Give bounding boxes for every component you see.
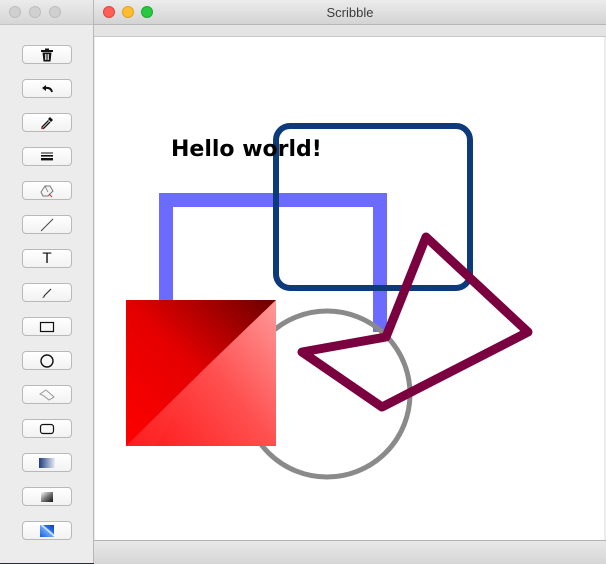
trash-tool-button[interactable] bbox=[22, 45, 72, 64]
gradient-tool-button[interactable] bbox=[22, 453, 72, 472]
color-picker-tool-button[interactable] bbox=[22, 113, 72, 132]
eyedropper-icon bbox=[40, 116, 54, 130]
window-titlebar: Scribble bbox=[94, 0, 606, 25]
undo-icon bbox=[40, 84, 54, 94]
canvas-text-label[interactable]: Hello world! bbox=[171, 137, 322, 162]
rounded-rectangle-icon bbox=[39, 423, 55, 435]
rounded-rect-tool-button[interactable] bbox=[22, 419, 72, 438]
diagonal-gradient-icon bbox=[40, 491, 54, 503]
scribble-window: Scribble bbox=[94, 0, 606, 563]
canvas-drawing: Hello world! bbox=[95, 37, 604, 540]
polygon-icon bbox=[38, 389, 56, 401]
text-icon: T bbox=[43, 251, 52, 267]
toolbar-strip bbox=[94, 25, 606, 37]
fill-pattern-icon bbox=[39, 524, 55, 538]
fill-pattern-tool-button[interactable] bbox=[22, 521, 72, 540]
bottom-strip bbox=[94, 540, 606, 564]
linear-gradient-icon bbox=[38, 457, 56, 469]
polygon-tool-button[interactable] bbox=[22, 385, 72, 404]
shadow-gradient-tool-button[interactable] bbox=[22, 487, 72, 506]
brush-icon bbox=[41, 287, 53, 299]
line-tool-button[interactable] bbox=[22, 215, 72, 234]
palette-zoom-button[interactable] bbox=[49, 6, 61, 18]
window-title: Scribble bbox=[94, 5, 606, 20]
tools-palette-window: T bbox=[0, 0, 94, 563]
palette-minimize-button[interactable] bbox=[29, 6, 41, 18]
palette-close-button[interactable] bbox=[9, 6, 21, 18]
undo-tool-button[interactable] bbox=[22, 79, 72, 98]
line-icon bbox=[40, 218, 54, 232]
maroon-polygon-shape[interactable] bbox=[302, 237, 528, 407]
trash-icon bbox=[40, 48, 54, 62]
rectangle-icon bbox=[39, 321, 55, 333]
ellipse-tool-button[interactable] bbox=[22, 351, 72, 370]
drawing-canvas[interactable]: Hello world! bbox=[95, 37, 604, 540]
line-width-tool-button[interactable] bbox=[22, 147, 72, 166]
brush-tool-button[interactable] bbox=[22, 283, 72, 302]
line-width-icon bbox=[40, 152, 54, 162]
text-tool-button[interactable]: T bbox=[22, 249, 72, 268]
eraser-icon bbox=[40, 184, 54, 198]
ellipse-icon bbox=[39, 353, 55, 369]
palette-titlebar bbox=[0, 0, 93, 25]
red-gradient-square-shape[interactable] bbox=[126, 300, 276, 446]
eraser-tool-button[interactable] bbox=[22, 181, 72, 200]
rectangle-tool-button[interactable] bbox=[22, 317, 72, 336]
